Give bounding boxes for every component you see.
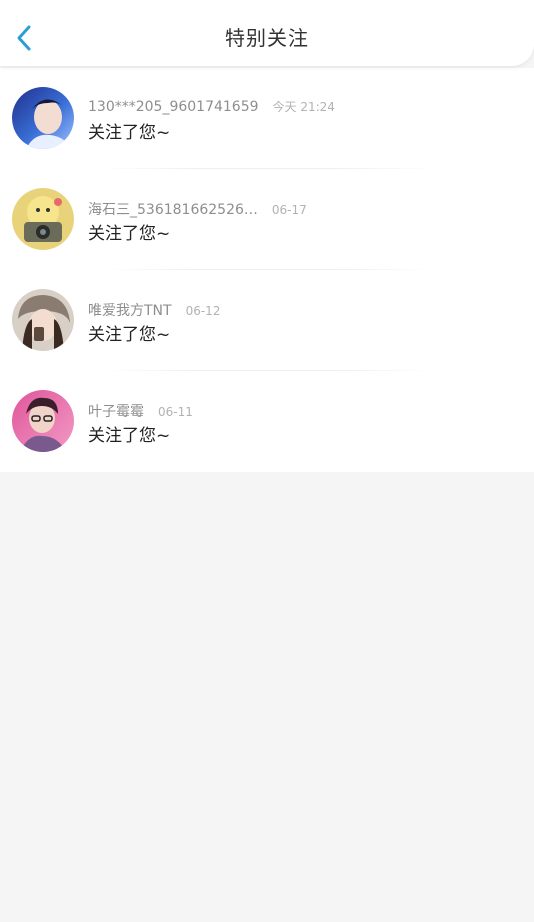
timestamp: 06-12 [185,304,221,318]
avatar[interactable] [12,188,74,250]
timestamp: 06-17 [271,203,307,217]
item-meta: 海石三_536181662526… 06-17 [88,199,307,219]
timestamp: 06-11 [158,405,193,419]
item-meta: 130***205_9601741659 今天 21:24 [88,98,335,116]
item-meta: 唯爱我方TNT 06-12 [88,300,221,320]
message-text: 关注了您~ [88,123,171,143]
list-item[interactable]: 130***205_9601741659 今天 21:24 关注了您~ [0,68,534,169]
user-name[interactable]: 唯爱我方TNT [88,300,172,320]
top-bar: 特别关注 [0,0,534,66]
message-text: 关注了您~ [88,325,171,345]
user-name[interactable]: 叶子霉霉 [88,401,144,421]
avatar[interactable] [12,390,74,452]
user-name[interactable]: 130***205_9601741659 [88,99,259,115]
avatar[interactable] [12,87,74,149]
timestamp: 今天 21:24 [272,100,335,114]
avatar[interactable] [12,289,74,351]
page-title: 特别关注 [225,26,309,50]
message-text: 关注了您~ [88,426,171,446]
list-item[interactable]: 海石三_536181662526… 06-17 关注了您~ [0,169,534,270]
list-item[interactable]: 叶子霉霉 06-11 关注了您~ [0,371,534,472]
item-meta: 叶子霉霉 06-11 [88,401,193,421]
user-name[interactable]: 海石三_536181662526… [88,199,258,219]
list-item[interactable]: 唯爱我方TNT 06-12 关注了您~ [0,270,534,371]
message-text: 关注了您~ [88,224,171,244]
app-root: 特别关注 130***205_9601741659 今天 21:24 关注了您~… [0,0,534,922]
notification-list: 130***205_9601741659 今天 21:24 关注了您~ 海石三_… [0,68,534,472]
